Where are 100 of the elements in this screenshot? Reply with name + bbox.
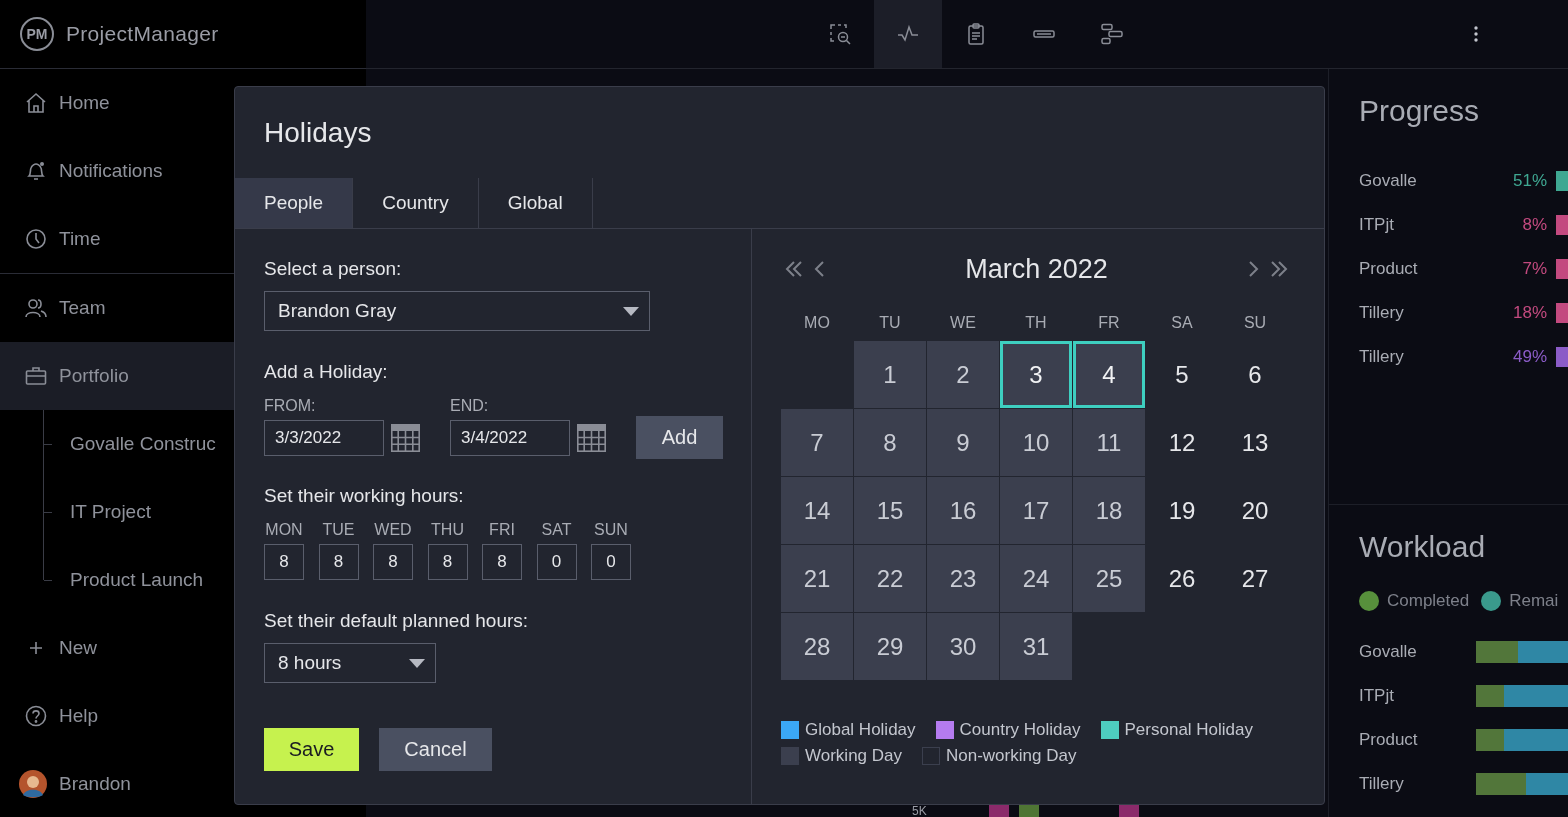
- calendar-day[interactable]: 2: [927, 341, 999, 408]
- dialog-title: Holidays: [263, 116, 373, 150]
- field-label: Set their working hours:: [264, 484, 464, 508]
- weekday-label: THU: [431, 520, 464, 540]
- logo: PM: [20, 17, 54, 51]
- cancel-button[interactable]: Cancel: [379, 728, 492, 771]
- hours-field[interactable]: 8: [318, 544, 359, 580]
- save-button[interactable]: Save: [264, 728, 359, 771]
- tab[interactable]: Global: [478, 178, 593, 228]
- hours-field[interactable]: 8: [482, 544, 522, 580]
- calendar-day[interactable]: 3: [1000, 341, 1072, 408]
- clipboard-icon: [965, 23, 987, 45]
- calendar-day[interactable]: 5: [1146, 341, 1218, 408]
- progress-percent: 8%: [1522, 215, 1547, 235]
- calendar-day[interactable]: 25: [1073, 545, 1145, 612]
- field-label: Select a person:: [264, 257, 402, 281]
- date-field[interactable]: 3/4/2022: [450, 420, 570, 456]
- project-name: Tillery: [1359, 303, 1405, 323]
- section-title: Progress: [1359, 93, 1481, 129]
- project-name: Product: [1359, 259, 1419, 279]
- calendar-day[interactable]: 14: [781, 477, 853, 544]
- weekday-label: TUE: [322, 520, 355, 540]
- weekday-label: WE: [949, 314, 977, 332]
- calendar-day[interactable]: 20: [1219, 477, 1291, 544]
- legend-label: Global Holiday: [805, 720, 916, 740]
- weekday-label: SA: [1170, 314, 1194, 332]
- team-icon: [25, 297, 47, 319]
- calendar-day[interactable]: 26: [1146, 545, 1218, 612]
- calendar-day[interactable]: 22: [854, 545, 926, 612]
- gantt-icon: [1101, 23, 1123, 45]
- weekday-label: FRI: [489, 520, 515, 540]
- calendar-day[interactable]: 15: [854, 477, 926, 544]
- calendar-day[interactable]: 23: [927, 545, 999, 612]
- hours-field[interactable]: 8: [264, 544, 304, 580]
- date-field[interactable]: 3/3/2022: [264, 420, 384, 456]
- clock-icon: [25, 228, 47, 250]
- calendar-day[interactable]: 18: [1073, 477, 1145, 544]
- weekday-label: MO: [803, 314, 831, 332]
- calendar-day[interactable]: 9: [927, 409, 999, 476]
- calendar-day[interactable]: 8: [854, 409, 926, 476]
- legend-label: Non-working Day: [946, 746, 1077, 766]
- person-dropdown[interactable]: Brandon Gray: [264, 291, 650, 331]
- hours-dropdown[interactable]: 8 hours: [264, 643, 436, 683]
- weekday-label: SU: [1242, 314, 1268, 332]
- calendar-day[interactable]: 28: [781, 613, 853, 680]
- progress-percent: 49%: [1512, 347, 1547, 367]
- hours-field[interactable]: 0: [536, 544, 577, 580]
- calendar-icon[interactable]: [391, 424, 420, 452]
- app-name: ProjectManager: [66, 22, 219, 46]
- calendar-day[interactable]: 19: [1146, 477, 1218, 544]
- calendar-day[interactable]: 24: [1000, 545, 1072, 612]
- calendar-day[interactable]: 13: [1219, 409, 1291, 476]
- legend-label: Remai: [1509, 591, 1559, 611]
- briefcase-icon: [25, 365, 47, 387]
- legend-label: Working Day: [805, 746, 902, 766]
- calendar-day[interactable]: 27: [1219, 545, 1291, 612]
- calendar-day[interactable]: 7: [781, 409, 853, 476]
- dropdown-caret-icon: [409, 658, 425, 668]
- calendar-day[interactable]: 10: [1000, 409, 1072, 476]
- calendar-day[interactable]: 29: [854, 613, 926, 680]
- calendar-day[interactable]: 30: [927, 613, 999, 680]
- weekday-label: SUN: [594, 520, 628, 540]
- calendar-day[interactable]: 17: [1000, 477, 1072, 544]
- legend-label: Completed: [1387, 591, 1470, 611]
- calendar-day[interactable]: 11: [1073, 409, 1145, 476]
- hours-field[interactable]: 0: [591, 544, 631, 580]
- calendar-day[interactable]: 31: [1000, 613, 1072, 680]
- project-name: Product: [1359, 730, 1419, 750]
- project-name: ITPjt: [1359, 686, 1395, 706]
- project-name: Govalle: [1359, 642, 1418, 662]
- add-button[interactable]: Add: [636, 416, 723, 459]
- section-title: Workload: [1359, 529, 1487, 565]
- calendar-day[interactable]: 1: [854, 341, 926, 408]
- home-icon: [25, 92, 47, 114]
- calendar-icon[interactable]: [577, 424, 606, 452]
- calendar-day[interactable]: 12: [1146, 409, 1218, 476]
- help-icon: [25, 705, 47, 727]
- calendar-day[interactable]: 21: [781, 545, 853, 612]
- weekday-label: TU: [878, 314, 902, 332]
- hours-field[interactable]: 8: [427, 544, 468, 580]
- progress-percent: 18%: [1512, 303, 1547, 323]
- month-title: March 2022: [964, 253, 1109, 285]
- dropdown-caret-icon: [623, 306, 639, 316]
- calendar-day[interactable]: 6: [1219, 341, 1291, 408]
- project-name: Tillery: [1359, 774, 1405, 794]
- legend-label: Personal Holiday: [1124, 720, 1254, 740]
- progress-percent: 7%: [1522, 259, 1547, 279]
- hours-field[interactable]: 8: [373, 544, 413, 580]
- field-label: Set their default planned hours:: [264, 609, 529, 633]
- calendar-day[interactable]: 4: [1073, 341, 1145, 408]
- project-name: Govalle: [1359, 171, 1418, 191]
- avatar-icon: [19, 770, 47, 798]
- weekday-label: WED: [374, 520, 412, 540]
- axis-label: 5K: [912, 805, 927, 817]
- calendar-day[interactable]: 16: [927, 477, 999, 544]
- tab[interactable]: Country: [353, 178, 479, 228]
- field-label: END:: [450, 396, 490, 416]
- project-name: Tillery: [1359, 347, 1405, 367]
- tab[interactable]: People: [235, 178, 354, 228]
- more-icon: [1474, 26, 1478, 42]
